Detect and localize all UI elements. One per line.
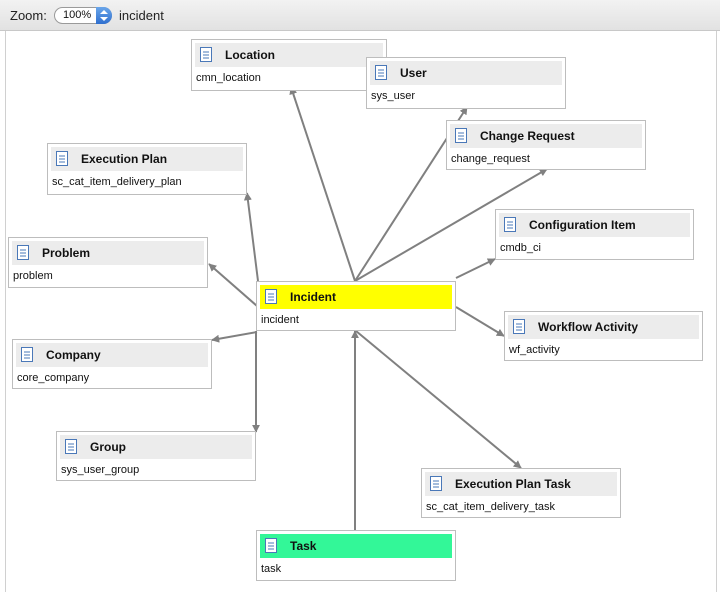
node-location[interactable]: Location cmn_location [191, 39, 387, 91]
node-label: Workflow Activity [538, 320, 639, 334]
table-icon [65, 439, 77, 454]
node-group[interactable]: Group sys_user_group [56, 431, 256, 481]
node-header: Configuration Item [499, 213, 690, 237]
node-label: Incident [290, 290, 337, 304]
table-icon [265, 538, 277, 553]
node-company[interactable]: Company core_company [12, 339, 212, 389]
node-header: Company [16, 343, 208, 367]
node-header: Location [195, 43, 383, 67]
node-execution-plan[interactable]: Execution Plan sc_cat_item_delivery_plan [47, 143, 247, 195]
table-icon [504, 217, 516, 232]
node-label: Location [225, 48, 275, 62]
node-header: Execution Plan [51, 147, 243, 171]
node-incident[interactable]: Incident incident [256, 281, 456, 331]
node-configuration-item[interactable]: Configuration Item cmdb_ci [495, 209, 694, 260]
node-table-name: sc_cat_item_delivery_task [426, 501, 556, 513]
node-table-name: problem [13, 270, 53, 282]
table-icon [375, 65, 387, 80]
edge-to-execution-plan [243, 192, 259, 282]
node-header: User [370, 61, 562, 85]
node-label: User [400, 66, 427, 80]
node-task[interactable]: Task task [256, 530, 456, 581]
node-table-name: wf_activity [509, 344, 560, 356]
edge-to-configuration-item [455, 258, 496, 279]
table-icon [455, 128, 467, 143]
edge-to-execution-plan-task [355, 330, 522, 469]
edge-to-location [289, 86, 356, 282]
node-label: Change Request [480, 129, 575, 143]
node-table-name: core_company [17, 372, 90, 384]
table-icon [17, 245, 29, 260]
node-table-name: sys_user [371, 90, 416, 102]
node-label: Task [290, 539, 317, 553]
table-icon [200, 47, 212, 62]
node-label: Group [90, 440, 126, 454]
node-table-name: change_request [451, 153, 530, 165]
edge-to-problem [208, 263, 258, 307]
node-table-name: sc_cat_item_delivery_plan [52, 176, 182, 188]
node-table-name: sys_user_group [61, 464, 140, 476]
node-table-name: cmn_location [196, 72, 261, 84]
node-table-name: task [261, 563, 282, 575]
node-execution-plan-task[interactable]: Execution Plan Task sc_cat_item_delivery… [421, 468, 621, 518]
node-header: Group [60, 435, 252, 459]
node-user[interactable]: User sys_user [366, 57, 566, 109]
node-change-request[interactable]: Change Request change_request [446, 120, 646, 170]
table-icon [430, 476, 442, 491]
node-label: Configuration Item [529, 218, 636, 232]
node-label: Problem [42, 246, 91, 260]
node-header: Execution Plan Task [425, 472, 617, 496]
table-icon [21, 347, 33, 362]
node-label: Execution Plan [81, 152, 168, 166]
node-header: Problem [12, 241, 204, 265]
node-label: Execution Plan Task [455, 477, 571, 491]
node-workflow-activity[interactable]: Workflow Activity wf_activity [504, 311, 703, 361]
node-label: Company [46, 348, 101, 362]
node-table-name: cmdb_ci [500, 242, 541, 254]
node-header: Task [260, 534, 452, 558]
node-header: Change Request [450, 124, 642, 148]
node-table-name: incident [261, 314, 299, 326]
table-icon [513, 319, 525, 334]
node-problem[interactable]: Problem problem [8, 237, 208, 288]
edge-to-workflow-activity [455, 306, 505, 337]
node-header: Workflow Activity [508, 315, 699, 339]
node-header: Incident [260, 285, 452, 309]
table-icon [265, 289, 277, 304]
table-icon [56, 151, 68, 166]
edge-to-company [211, 331, 258, 343]
